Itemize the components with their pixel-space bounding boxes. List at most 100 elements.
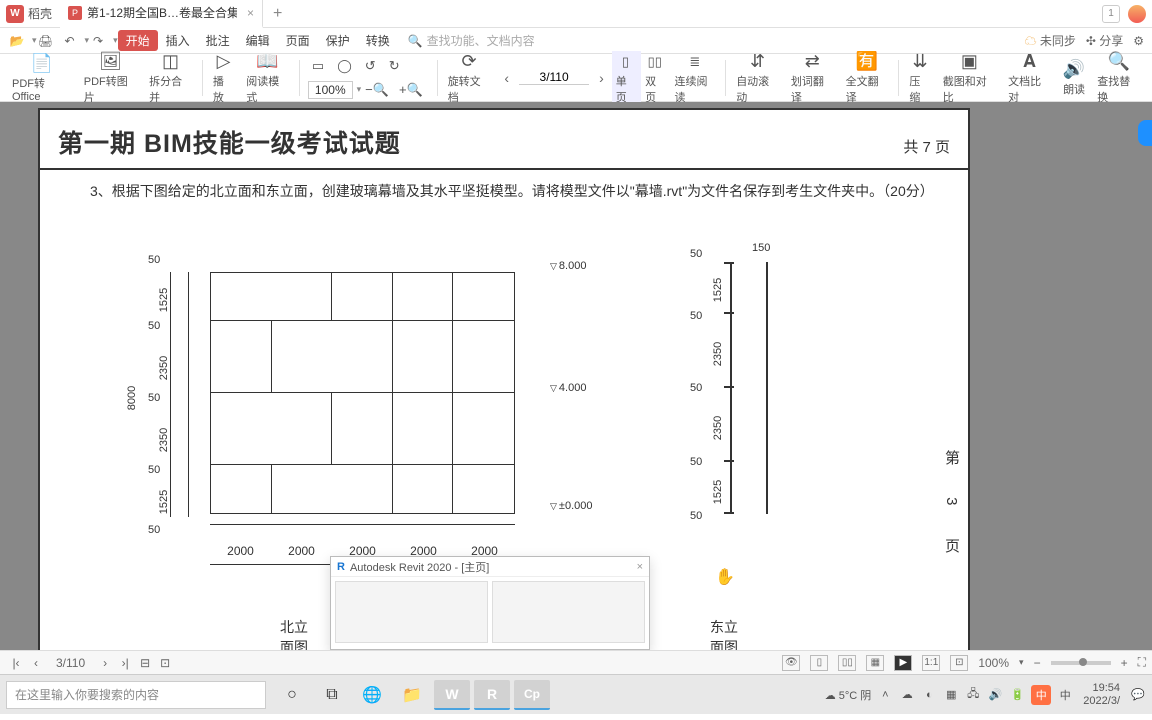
redo-icon[interactable]: ↷ (89, 32, 107, 50)
east-row-2: 2350 (712, 416, 724, 440)
close-icon[interactable]: × (247, 6, 254, 20)
battery-icon[interactable]: 🔋 (1009, 688, 1025, 701)
menu-page[interactable]: 页面 (278, 30, 318, 51)
menu-annotate[interactable]: 批注 (198, 30, 238, 51)
window-count-badge[interactable]: 1 (1102, 5, 1120, 23)
chevron-up-icon[interactable]: ˄ (877, 689, 893, 701)
tray-icon[interactable]: ◐ (921, 689, 937, 701)
view-single-icon[interactable]: ▯ (810, 655, 828, 671)
undo-icon[interactable]: ↶ (61, 32, 79, 50)
play-icon[interactable]: ▶ (894, 655, 912, 671)
network-icon[interactable]: 🖧 (965, 685, 981, 704)
menu-edit[interactable]: 编辑 (238, 30, 278, 51)
zoom-value[interactable]: 100% (308, 81, 353, 99)
wps-taskbar-icon[interactable]: W (434, 680, 470, 710)
edge-icon[interactable]: 🌐 (354, 680, 390, 710)
north-caption: 北立面图 1:100 (280, 617, 315, 650)
status-zoom[interactable]: 100% (978, 656, 1009, 670)
east-row-3: 1525 (712, 480, 724, 504)
pdf-to-office-button[interactable]: 📄PDF转Office (6, 53, 78, 103)
ime-indicator[interactable]: 中 (1031, 685, 1051, 705)
task-view-icon[interactable]: ⧉ (314, 680, 350, 710)
windows-taskbar: 在这里输入你要搜索的内容 ○ ⧉ 🌐 📁 W R Cp ☁ 5°C 阴 ˄ ☁ … (0, 674, 1152, 714)
zoom-out-button[interactable]: − (1034, 656, 1041, 670)
continuous-button[interactable]: ≣连续阅读 (670, 51, 721, 105)
next-page-button[interactable]: › (95, 656, 115, 670)
explorer-icon[interactable]: 📁 (394, 680, 430, 710)
view-grid-icon[interactable]: ▦ (866, 655, 884, 671)
share-button[interactable]: ✣ 分享 (1086, 32, 1123, 49)
zoom-in-icon[interactable]: +🔍 (395, 79, 429, 101)
menu-start[interactable]: 开始 (118, 30, 158, 51)
find-replace-button[interactable]: 🔍查找替换 (1091, 51, 1146, 105)
ime-lang[interactable]: 中 (1057, 687, 1073, 703)
user-avatar-icon[interactable] (1128, 5, 1146, 23)
one-to-one-icon[interactable]: 1:1 (922, 655, 940, 671)
menu-protect[interactable]: 保护 (318, 30, 358, 51)
pdf-to-image-button[interactable]: 🖼PDF转图片 (78, 51, 143, 105)
taskbar-search-placeholder: 在这里输入你要搜索的内容 (15, 686, 159, 703)
rotate-tool[interactable]: ↻ (385, 55, 406, 77)
weather-widget[interactable]: ☁ 5°C 阴 (825, 687, 872, 703)
side-panel-tab[interactable] (1138, 120, 1152, 146)
document-viewport[interactable]: 第一期 BIM技能一级考试试题 共 7 页 3、根据下图给定的北立面和东立面，创… (0, 102, 1152, 650)
double-page-button[interactable]: ▯▯双页 (641, 51, 670, 105)
onedrive-icon[interactable]: ☁ (899, 688, 915, 701)
view-double-icon[interactable]: ▯▯ (838, 655, 856, 671)
cortana-icon[interactable]: ○ (274, 680, 310, 710)
level-base: ±0.000 (550, 500, 593, 512)
dim-joint-0: 50 (148, 320, 160, 332)
revit-taskbar-icon[interactable]: R (474, 680, 510, 710)
menu-convert[interactable]: 转换 (358, 30, 398, 51)
hand-tool[interactable]: ↺ (361, 55, 382, 77)
settings-icon[interactable]: ⚙ (1133, 34, 1144, 48)
single-page-button[interactable]: ▯单页 (612, 51, 641, 105)
menu-insert[interactable]: 插入 (158, 30, 198, 51)
eye-icon[interactable]: 👁 (782, 655, 800, 671)
read-aloud-button[interactable]: 🔊朗读 (1057, 59, 1091, 97)
open-icon[interactable]: 📂 (8, 32, 26, 50)
last-page-button[interactable]: ›| (115, 656, 135, 670)
crop-compare-button[interactable]: ▣截图和对比 (937, 51, 1002, 105)
play-button[interactable]: ▷播放 (207, 51, 240, 105)
read-mode-button[interactable]: 📖阅读模式 (240, 51, 295, 105)
page-indicator-input[interactable] (519, 70, 589, 85)
volume-icon[interactable]: 🔊 (987, 688, 1003, 701)
lasso-tool[interactable]: ◯ (333, 55, 358, 77)
compress-button[interactable]: ⇊压缩 (903, 51, 936, 105)
word-translate-button[interactable]: ⇄划词翻译 (785, 51, 840, 105)
fit-page-button[interactable]: ⊡ (155, 656, 175, 670)
search-input[interactable]: 🔍查找功能、文档内容 (408, 32, 535, 49)
notifications-icon[interactable]: 💬 (1130, 688, 1146, 701)
zoom-in-button[interactable]: + (1121, 656, 1128, 670)
full-translate-button[interactable]: 🈶全文翻译 (840, 51, 895, 105)
taskbar-search[interactable]: 在这里输入你要搜索的内容 (6, 681, 266, 709)
select-tool[interactable]: ▭ (308, 55, 330, 77)
prev-page-button[interactable]: ‹ (26, 656, 46, 670)
split-merge-button[interactable]: ◫拆分合并 (143, 51, 198, 105)
toolbar: 📄PDF转Office 🖼PDF转图片 ◫拆分合并 ▷播放 📖阅读模式 ▭ ◯ … (0, 54, 1152, 102)
taskbar-preview-revit[interactable]: RAutodesk Revit 2020 - [主页]× (330, 556, 650, 650)
print-icon[interactable]: 🖨 (37, 32, 55, 50)
prev-page-button[interactable]: ‹ (504, 70, 509, 86)
status-page[interactable]: 3/110 (56, 656, 85, 670)
rotate-doc-button[interactable]: ⟳旋转文档 (442, 51, 497, 105)
text-compare-button[interactable]: 𝐀文档比对 (1002, 51, 1057, 105)
first-page-button[interactable]: |‹ (6, 656, 26, 670)
fit-width-button[interactable]: ⊟ (135, 656, 155, 670)
sync-status[interactable]: ☁ 未同步 (1024, 32, 1075, 49)
cp-taskbar-icon[interactable]: Cp (514, 680, 550, 710)
zoom-slider[interactable] (1051, 661, 1111, 665)
auto-scroll-button[interactable]: ⇵自动滚动 (730, 51, 785, 105)
expand-icon[interactable]: ⛶ (1138, 655, 1146, 670)
clock[interactable]: 19:542022/3/ (1079, 682, 1124, 706)
fit-icon[interactable]: ⊡ (950, 655, 968, 671)
next-page-button[interactable]: › (599, 70, 604, 86)
zoom-out-icon[interactable]: −🔍 (361, 79, 395, 101)
east-joint-4: 50 (690, 510, 702, 522)
tray-icon[interactable]: ▦ (943, 688, 959, 701)
document-tab[interactable]: P 第1-12期全国B…卷最全合集.pdf × (60, 0, 263, 28)
close-icon[interactable]: × (637, 561, 643, 573)
search-icon: 🔍 (408, 34, 423, 48)
add-tab-button[interactable]: + (273, 5, 282, 23)
